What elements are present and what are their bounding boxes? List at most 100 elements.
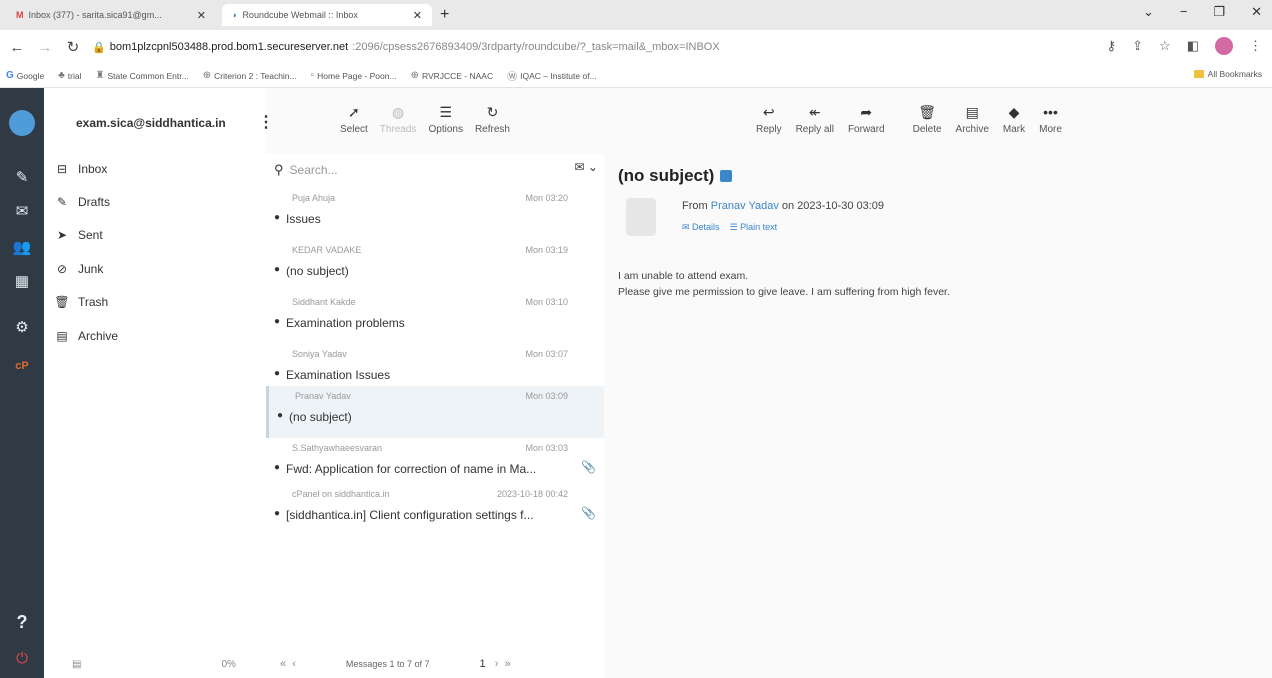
list-item[interactable]: S.Sathyawhaeesvaran Mon 03:03 ● Fwd: Appl… — [266, 438, 604, 490]
folder-archive[interactable]: ▤ Archive — [54, 329, 118, 343]
trash-icon: 🗑 — [918, 104, 936, 120]
globe-icon: ⊕ — [410, 70, 419, 81]
tab-roundcube[interactable]: ◗ Roundcube Webmail :: Inbox ✕ — [222, 4, 432, 26]
tab-close-icon[interactable]: ✕ — [197, 9, 206, 22]
url-field[interactable]: 🔒 bom1plzcpnl503488.prod.bom1.secureserv… — [92, 41, 720, 54]
sender-link[interactable]: Pranav Yadav — [711, 200, 779, 212]
options-button[interactable]: ☰ Options — [428, 104, 462, 135]
contacts-icon[interactable]: 👥 — [0, 238, 44, 256]
button-label: Options — [428, 124, 463, 135]
list-toolbar: ➚ Select ◍ Threads ☰ Options ↻ Refresh — [340, 104, 510, 135]
prev-page-icon[interactable]: ‹ — [292, 658, 296, 670]
bookmark-item[interactable]: ♣ trial — [58, 70, 81, 81]
reply-button[interactable]: ↩ Reply — [756, 104, 782, 135]
folder-trash[interactable]: 🗑 Trash — [54, 295, 108, 309]
folder-junk[interactable]: ⊘ Junk — [54, 262, 103, 276]
bookmark-label: State Common Entr... — [107, 70, 189, 81]
help-icon[interactable]: ? — [0, 612, 44, 633]
delete-button[interactable]: 🗑 Delete — [913, 104, 942, 135]
threads-button[interactable]: ◍ Threads — [380, 104, 417, 135]
tab-gmail[interactable]: M Inbox (377) - sarita.sica91@gm... ✕ — [6, 4, 216, 26]
logout-icon[interactable]: ⏻ — [0, 650, 44, 667]
bookmark-item[interactable]: ⊕ Criterion 2 : Teachin... — [203, 70, 297, 81]
bookmark-item[interactable]: ▫ Home Page - Poon... — [311, 70, 397, 81]
compose-icon[interactable]: ✎ — [0, 168, 44, 186]
bookmark-item[interactable]: G Google — [6, 70, 44, 81]
list-item[interactable]: Siddhant Kakde Mon 03:10 ● Examination pr… — [266, 292, 604, 344]
restore-icon[interactable]: ❐ — [1213, 4, 1225, 20]
folder-icon — [1193, 70, 1204, 78]
browser-actions: ⚷ ⇪ ☆ ◧ ⋮ — [1107, 37, 1262, 55]
message-from: Soniya Yadav — [292, 349, 347, 359]
send-icon: ➤ — [56, 228, 68, 242]
folder-sent[interactable]: ➤ Sent — [54, 228, 103, 242]
mail-icon[interactable]: ✉ — [0, 202, 44, 220]
list-item-selected[interactable]: Pranav Yadav Mon 03:09 ● (no subject) — [266, 386, 604, 438]
details-link[interactable]: ✉ Details — [682, 222, 720, 233]
next-page-icon[interactable]: › — [495, 658, 499, 670]
forward-nav-icon[interactable]: → — [34, 39, 56, 56]
message-subject: ● Issues — [274, 212, 574, 226]
share-icon[interactable]: ⇪ — [1132, 38, 1143, 54]
close-window-icon[interactable]: ✕ — [1251, 4, 1262, 20]
all-bookmarks[interactable]: All Bookmarks — [1193, 69, 1262, 79]
bookmarks-bar: G Google ♣ trial ♜ State Common Entr... ⊕ Cr… — [0, 64, 1272, 88]
sidepanel-icon[interactable]: ◧ — [1187, 38, 1199, 54]
inbox-icon: ⊟ — [56, 162, 68, 176]
list-item[interactable]: KEDAR VADAKE Mon 03:19 ● (no subject) — [266, 240, 604, 292]
new-tab-button[interactable]: + — [440, 6, 449, 24]
bookmark-label: IQAC – Institute of... — [520, 70, 597, 81]
first-page-button[interactable]: « ‹ — [280, 658, 296, 670]
message-date: Mon 03:20 — [525, 193, 568, 203]
archive-button[interactable]: ▤ Archive — [956, 104, 989, 135]
reply-all-button[interactable]: ↞ Reply all — [796, 104, 834, 135]
tab-close-icon[interactable]: ✕ — [413, 9, 422, 22]
message-date: Mon 03:09 — [525, 391, 568, 401]
refresh-button[interactable]: ↻ Refresh — [475, 104, 510, 135]
account-menu-icon[interactable]: ⋮ — [258, 112, 274, 132]
bookmark-item[interactable]: ♜ State Common Entr... — [95, 70, 188, 81]
select-button[interactable]: ➚ Select — [340, 104, 368, 135]
folder-drafts[interactable]: ✎ Drafts — [54, 195, 110, 209]
refresh-icon: ↻ — [486, 104, 499, 120]
button-label: Reply all — [795, 124, 834, 135]
settings-icon[interactable]: ⚙ — [0, 318, 44, 336]
reload-icon[interactable]: ↻ — [62, 38, 84, 56]
last-page-icon[interactable]: » — [505, 658, 511, 670]
url-path: :2096/cpsess2676893409/3rdparty/roundcub… — [352, 41, 720, 53]
message-date: Mon 03:10 — [525, 297, 568, 307]
bookmark-label: Criterion 2 : Teachin... — [214, 70, 297, 81]
mark-button[interactable]: ◆ Mark — [1003, 104, 1025, 135]
roundcube-logo[interactable] — [9, 110, 35, 136]
kebab-menu-icon[interactable]: ⋮ — [1249, 38, 1262, 54]
plain-text-link[interactable]: ☰ Plain text — [730, 222, 778, 233]
back-icon[interactable]: ← — [6, 39, 28, 56]
minimize-icon[interactable]: − — [1180, 4, 1188, 20]
page-number: 1 — [479, 658, 486, 670]
tab-search-icon[interactable]: ⌄ — [1143, 4, 1154, 20]
message-from: Puja Ahuja — [292, 193, 336, 203]
folder-inbox[interactable]: ⊟ Inbox — [54, 162, 107, 176]
bookmark-item[interactable]: Ⓦ IQAC – Institute of... — [507, 68, 597, 84]
star-icon[interactable]: ☆ — [1159, 38, 1171, 54]
subject-text: Issues — [286, 212, 321, 226]
profile-avatar[interactable] — [1215, 37, 1233, 55]
unread-dot-icon: ● — [274, 462, 281, 473]
list-item[interactable]: cPanel on siddhantica.in 2023-10-18 00:4… — [266, 484, 604, 536]
list-options-icon[interactable]: ✉ ⌄ — [575, 160, 598, 174]
open-external-icon[interactable] — [720, 170, 733, 182]
key-icon[interactable]: ⚷ — [1107, 38, 1117, 54]
calendar-icon[interactable]: ▦ — [0, 272, 44, 290]
forward-button[interactable]: ➦ Forward — [848, 104, 885, 135]
header-links: ✉ Details ☰ Plain text — [682, 222, 777, 233]
lock-icon: 🔒 — [92, 41, 106, 54]
unread-dot-icon: ● — [274, 368, 281, 379]
list-item[interactable]: Puja Ahuja Mon 03:20 ● Issues — [266, 188, 604, 240]
message-reader: (no subject) From Pranav Yadav on 2023-1… — [604, 154, 1272, 678]
search-input[interactable]: ⚲ Search... — [274, 162, 338, 178]
message-date: 2023-10-18 00:42 — [496, 489, 568, 499]
bookmark-item[interactable]: ⊕ RVRJCCE - NAAC — [411, 70, 494, 81]
more-button[interactable]: ••• More — [1039, 104, 1062, 135]
cpanel-icon[interactable]: cP — [0, 360, 44, 372]
storage-icon[interactable]: ▤ — [72, 659, 81, 670]
